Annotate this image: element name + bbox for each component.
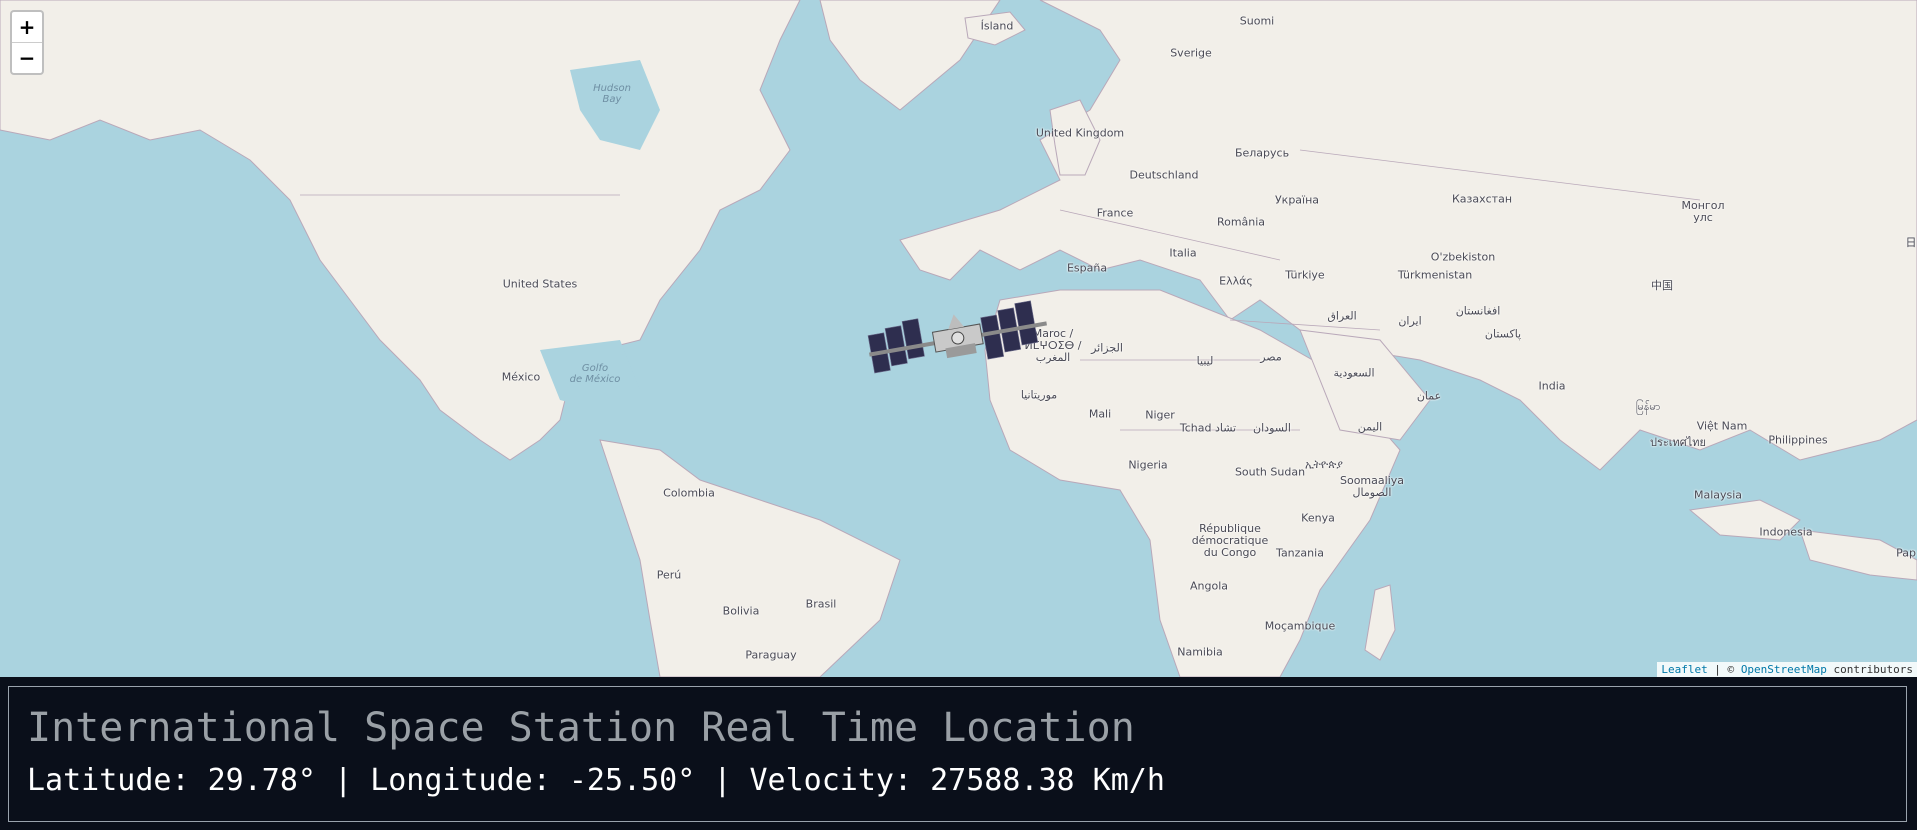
map-label-sudan: السودان: [1253, 421, 1291, 435]
map-label-libya: ليبيا: [1196, 354, 1214, 368]
map-label-myanmar: မြန်မာ: [1635, 400, 1661, 413]
map-label-indonesia: Indonesia: [1759, 525, 1813, 539]
map-attribution: Leaflet | © OpenStreetMap contributors: [1657, 662, 1917, 677]
map-label-somalia: Soomaaliya الصومال: [1339, 474, 1405, 499]
openstreetmap-link[interactable]: OpenStreetMap: [1741, 663, 1827, 676]
telemetry-separator: |: [713, 763, 732, 798]
map-label-papua: Pap: [1896, 546, 1916, 560]
map-label-mozambique: Moçambique: [1264, 619, 1336, 633]
velocity-label: Velocity:: [749, 763, 913, 798]
map-label-brazil: Brasil: [805, 597, 837, 611]
map-label-south-sudan: South Sudan: [1234, 465, 1306, 479]
map-label-niger: Niger: [1145, 408, 1175, 422]
zoom-control: + −: [10, 10, 44, 75]
map-label-germany: Deutschland: [1129, 168, 1199, 182]
zoom-out-button[interactable]: −: [12, 43, 42, 73]
map-label-iran: ایران: [1398, 314, 1422, 328]
map-label-peru: Perú: [656, 568, 682, 582]
map-label-hudson-bay: Hudson Bay: [593, 83, 631, 105]
map-label-gulf-of-mexico: Golfo de México: [569, 363, 621, 385]
map-label-bolivia: Bolivia: [722, 604, 760, 618]
map-label-algeria: الجزائر: [1091, 341, 1123, 355]
map-label-china: 中国: [1651, 279, 1673, 292]
map-label-kenya: Kenya: [1301, 511, 1335, 525]
map-label-mauritania: موريتانيا: [1020, 388, 1058, 402]
map-label-uzbekistan: O'zbekiston: [1430, 250, 1496, 264]
map-label-afghanistan: افغانستان: [1455, 304, 1501, 318]
map-view[interactable]: Ísland Suomi Sverige Hudson Bay United K…: [0, 0, 1917, 677]
zoom-in-button[interactable]: +: [12, 12, 42, 43]
map-label-turkey: Türkiye: [1285, 268, 1325, 282]
map-label-mongolia: Монгол улс: [1681, 199, 1725, 224]
map-label-united-kingdom: United Kingdom: [1035, 126, 1125, 140]
map-label-ukraine: Україна: [1274, 193, 1320, 207]
attribution-separator: | ©: [1707, 663, 1741, 676]
map-label-spain: España: [1066, 261, 1108, 275]
map-label-vietnam: Việt Nam: [1696, 419, 1748, 433]
leaflet-link[interactable]: Leaflet: [1661, 663, 1707, 676]
map-label-drc: République démocratique du Congo: [1191, 522, 1269, 559]
map-label-france: France: [1096, 206, 1134, 220]
map-label-tanzania: Tanzania: [1276, 546, 1324, 560]
map-label-nigeria: Nigeria: [1128, 458, 1168, 472]
map-label-egypt: مصر: [1260, 350, 1282, 364]
map-label-colombia: Colombia: [663, 486, 715, 500]
latitude-value: 29.78°: [207, 763, 316, 798]
map-label-ethiopia: ኢትዮጵያ: [1305, 458, 1343, 471]
map-label-greece: Ελλάς: [1219, 274, 1253, 288]
map-label-kazakhstan: Казахстан: [1451, 192, 1513, 206]
map-label-angola: Angola: [1189, 579, 1229, 593]
map-label-namibia: Namibia: [1177, 645, 1223, 659]
map-label-iraq: العراق: [1327, 309, 1357, 323]
map-label-turkmenistan: Türkmenistan: [1397, 268, 1473, 282]
attribution-suffix: contributors: [1826, 663, 1913, 676]
map-label-iceland: Ísland: [980, 19, 1014, 33]
page-title: International Space Station Real Time Lo…: [27, 705, 1135, 751]
map-label-sweden: Sverige: [1170, 46, 1212, 60]
map-label-paraguay: Paraguay: [745, 648, 797, 662]
map-label-mexico: México: [501, 370, 541, 384]
map-label-india: India: [1538, 379, 1566, 393]
map-label-finland: Suomi: [1239, 14, 1275, 28]
map-label-italy: Italia: [1169, 246, 1197, 260]
map-label-mali: Mali: [1088, 407, 1112, 421]
telemetry-separator: |: [334, 763, 353, 798]
latitude-label: Latitude:: [27, 763, 190, 798]
map-label-malaysia: Malaysia: [1693, 488, 1743, 502]
iss-telemetry: Latitude: 29.78° | Longitude: -25.50° | …: [27, 763, 1165, 798]
velocity-value: 27588.38 Km/h: [930, 763, 1165, 798]
map-label-philippines: Philippines: [1768, 433, 1828, 447]
longitude-value: -25.50°: [568, 763, 696, 798]
iss-info-panel: International Space Station Real Time Lo…: [8, 686, 1907, 822]
map-label-united-states: United States: [502, 277, 578, 291]
map-label-chad: Tchad تشاد: [1179, 421, 1237, 435]
iss-marker-icon[interactable]: [862, 298, 1054, 380]
map-label-oman: عمان: [1416, 389, 1442, 403]
longitude-label: Longitude:: [370, 763, 551, 798]
map-label-yemen: اليمن: [1357, 420, 1383, 434]
map-label-saudi-arabia: السعودية: [1333, 366, 1375, 380]
map-label-thailand: ประเทศไทย: [1649, 436, 1707, 449]
map-label-belarus: Беларусь: [1234, 146, 1290, 160]
map-label-pakistan: پاکستان: [1484, 327, 1522, 341]
map-label-romania: România: [1216, 215, 1266, 229]
map-label-japan-edge: 日: [1905, 236, 1917, 249]
